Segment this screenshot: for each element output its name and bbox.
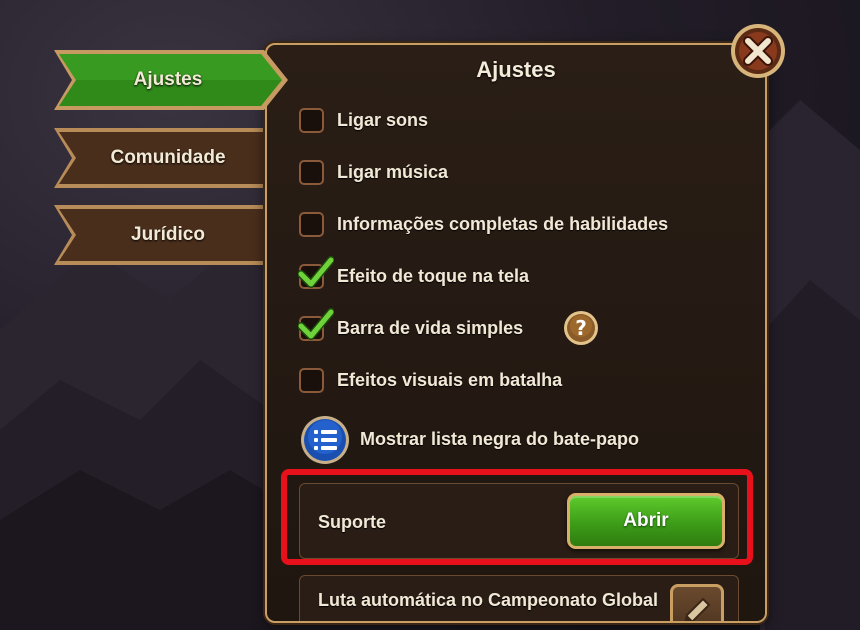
question-mark-icon: ? (564, 311, 598, 345)
option-ligar-sons: Ligar sons (299, 107, 739, 137)
support-label: Suporte (318, 512, 387, 532)
option-barra-vida: Barra de vida simples ? (298, 308, 739, 345)
checkbox-efeito-toque[interactable] (298, 256, 334, 289)
close-x-icon (731, 24, 785, 78)
tab-juridico[interactable]: Jurídico (52, 203, 290, 267)
list-icon (301, 416, 349, 464)
tab-ajustes[interactable]: Ajustes (52, 48, 290, 112)
checkmark-icon (298, 256, 334, 288)
blacklist-button[interactable] (300, 415, 350, 465)
checkmark-icon (298, 308, 334, 340)
option-efeitos-visuais: Efeitos visuais em batalha (299, 367, 739, 397)
checkbox-ligar-musica[interactable] (299, 160, 324, 185)
checkbox-informacoes-habilidades[interactable] (299, 212, 324, 237)
tab-juridico-label: Jurídico (131, 224, 205, 245)
option-ligar-musica: Ligar música (299, 159, 739, 189)
svg-text:?: ? (575, 316, 587, 340)
option-label: Informações completas de habilidades (337, 214, 669, 234)
settings-panel: Ajustes Ligar sons Ligar música Informaç… (265, 43, 767, 623)
tab-comunidade-label: Comunidade (110, 147, 226, 168)
tab-comunidade[interactable]: Comunidade (52, 126, 290, 190)
option-efeito-toque: Efeito de toque na tela (298, 256, 739, 293)
help-button[interactable]: ? (563, 310, 599, 346)
option-label: Barra de vida simples (337, 318, 524, 338)
option-label: Efeito de toque na tela (337, 266, 530, 286)
checkbox-ligar-sons[interactable] (299, 108, 324, 133)
close-button[interactable] (729, 22, 787, 80)
option-label: Efeitos visuais em batalha (337, 370, 563, 390)
option-label: Ligar música (337, 162, 449, 182)
option-informacoes-habilidades: Informações completas de habilidades (299, 211, 739, 241)
option-label: Ligar sons (337, 110, 429, 130)
checkbox-barra-vida[interactable] (298, 308, 334, 341)
edit-auto-fight-button[interactable] (670, 584, 724, 621)
auto-fight-section: Luta automática no Campeonato Global (299, 575, 739, 621)
support-section: Suporte Abrir (299, 483, 739, 559)
checkbox-efeitos-visuais[interactable] (299, 368, 324, 393)
open-support-button[interactable]: Abrir (567, 493, 725, 549)
pencil-icon (684, 597, 711, 621)
blacklist-label: Mostrar lista negra do bate-papo (360, 429, 640, 449)
auto-fight-label: Luta automática no Campeonato Global (318, 590, 659, 610)
panel-title: Ajustes (476, 57, 556, 82)
tab-ajustes-label: Ajustes (133, 69, 203, 90)
